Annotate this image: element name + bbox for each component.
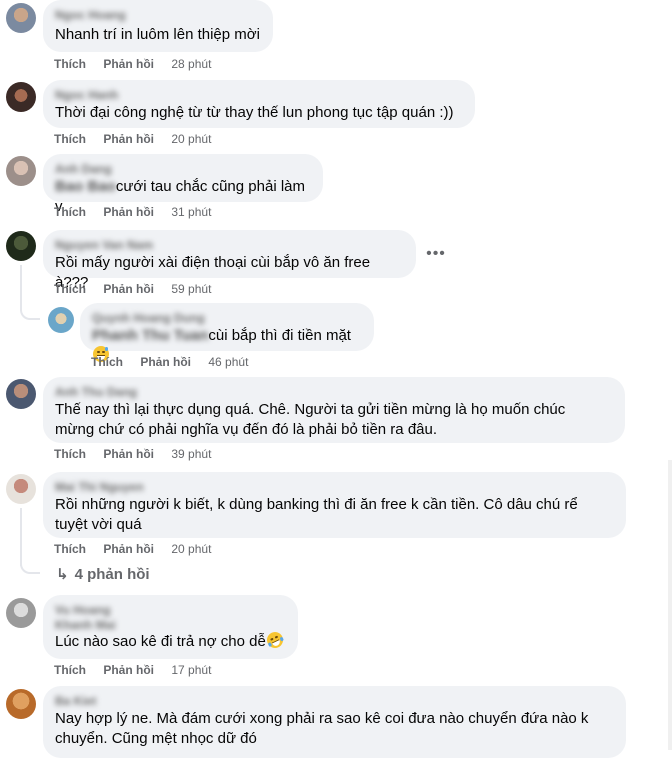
view-replies-link[interactable]: ↳ 4 phản hồi: [56, 565, 150, 583]
like-button[interactable]: Thích: [91, 354, 123, 370]
comment-actions: Thích Phản hồi 31 phút: [54, 204, 211, 220]
comment-bubble: Mai Thi Nguyen Rồi những người k biết, k…: [43, 472, 626, 538]
comment-actions: Thích Phản hồi 17 phút: [54, 662, 211, 678]
comment-time[interactable]: 20 phút: [171, 131, 211, 147]
comment-actions: Thích Phản hồi 20 phút: [54, 541, 211, 557]
comment-time[interactable]: 46 phút: [208, 354, 248, 370]
like-button[interactable]: Thích: [54, 204, 86, 220]
comment-time[interactable]: 59 phút: [171, 281, 211, 297]
comment-time[interactable]: 20 phút: [171, 541, 211, 557]
commenter-name[interactable]: Quynh Hoang Dung: [92, 311, 362, 325]
comment-bubble: Ba Kiet Nay hợp lý ne. Mà đám cưới xong …: [43, 686, 626, 758]
commenter-name[interactable]: Anh Dang: [55, 162, 311, 176]
more-options-icon[interactable]: •••: [424, 246, 448, 268]
comment-bubble: Anh Dang Bao Baocưới tau chắc cũng phải …: [43, 154, 323, 215]
comment-actions: Thích Phản hồi 46 phút: [91, 354, 248, 370]
comment-time[interactable]: 17 phút: [171, 662, 211, 678]
avatar[interactable]: [6, 689, 36, 719]
commenter-name[interactable]: Ngoc Hanh: [55, 88, 463, 102]
avatar[interactable]: [6, 231, 36, 261]
scrollbar-edge: [668, 460, 672, 750]
comment-actions: Thích Phản hồi 39 phút: [54, 446, 211, 462]
comment-bubble: Ngoc Hanh Thời đại công nghệ từ từ thay …: [43, 80, 475, 128]
reply-button[interactable]: Phản hồi: [103, 446, 154, 462]
commenter-name[interactable]: Anh Thu Dang: [55, 385, 613, 399]
comment-text-line: chuyển. Cũng mệt nhọc dữ đó: [55, 730, 257, 747]
comment-text-line: Nay hợp lý ne. Mà đám cưới xong phải ra …: [55, 710, 589, 727]
comment-bubble: Nguyen Van Nam Rồi mấy người xài điện th…: [43, 230, 416, 291]
commenter-name[interactable]: Nguyen Van Nam: [55, 238, 404, 252]
scrollbar-track[interactable]: [668, 0, 672, 460]
commenter-subname[interactable]: Khanh Mai: [55, 618, 286, 632]
reply-button[interactable]: Phản hồi: [103, 131, 154, 147]
comment-bubble: Ngoc Hoang Nhanh trí in luôm lên thiệp m…: [43, 0, 273, 52]
avatar[interactable]: [48, 307, 74, 333]
commenter-name[interactable]: Vu Hoang: [55, 603, 286, 617]
comment-text-line: Rồi những người k biết, k dùng banking t…: [55, 496, 578, 513]
reply-bubble: Quynh Hoang Dung Phanh Thu Tuancùi bắp t…: [80, 303, 374, 362]
comment-text-line: tuyệt vời quá: [55, 516, 142, 533]
avatar[interactable]: [6, 379, 36, 409]
comment-time[interactable]: 31 phút: [171, 204, 211, 220]
reply-button[interactable]: Phản hồi: [103, 56, 154, 72]
commenter-name[interactable]: Ngoc Hoang: [55, 8, 261, 22]
comment-text: Lúc nào sao kê đi trả nợ cho dễ: [55, 633, 266, 650]
reply-button[interactable]: Phản hồi: [140, 354, 191, 370]
reply-button[interactable]: Phản hồi: [103, 541, 154, 557]
reply-button[interactable]: Phản hồi: [103, 281, 154, 297]
avatar[interactable]: [6, 3, 36, 33]
avatar[interactable]: [6, 598, 36, 628]
comment-time[interactable]: 39 phút: [171, 446, 211, 462]
comment-text-line: Thế nay thì lại thực dụng quá. Chê. Ngườ…: [55, 401, 566, 418]
comment-actions: Thích Phản hồi 20 phút: [54, 131, 211, 147]
thread-elbow: [20, 556, 40, 574]
comment-bubble: Vu Hoang Khanh Mai Lúc nào sao kê đi trả…: [43, 595, 298, 659]
comment-text: cùi bắp thì đi tiền mặt: [208, 327, 351, 344]
like-button[interactable]: Thích: [54, 662, 86, 678]
thread-elbow: [20, 302, 40, 320]
mention-tag[interactable]: Phanh Thu Tuan: [92, 327, 208, 344]
like-button[interactable]: Thích: [54, 281, 86, 297]
like-button[interactable]: Thích: [54, 446, 86, 462]
view-replies-label: 4 phản hồi: [74, 566, 150, 583]
avatar[interactable]: [6, 156, 36, 186]
reply-button[interactable]: Phản hồi: [103, 662, 154, 678]
commenter-name[interactable]: Mai Thi Nguyen: [55, 480, 614, 494]
rofl-emoji: [264, 629, 286, 651]
commenter-name[interactable]: Ba Kiet: [55, 694, 614, 708]
comment-actions: Thích Phản hồi 59 phút: [54, 281, 211, 297]
comment-text: Nhanh trí in luôm lên thiệp mời: [55, 26, 260, 43]
comment-text: Thời đại công nghệ từ từ thay thế lun ph…: [55, 104, 454, 121]
comment-bubble: Anh Thu Dang Thế nay thì lại thực dụng q…: [43, 377, 625, 443]
avatar[interactable]: [6, 474, 36, 504]
comment-actions: Thích Phản hồi 28 phút: [54, 56, 211, 72]
avatar[interactable]: [6, 82, 36, 112]
mention-tag[interactable]: Bao Bao: [55, 178, 116, 195]
reply-button[interactable]: Phản hồi: [103, 204, 154, 220]
reply-arrow-icon: ↳: [56, 566, 69, 583]
like-button[interactable]: Thích: [54, 541, 86, 557]
like-button[interactable]: Thích: [54, 131, 86, 147]
like-button[interactable]: Thích: [54, 56, 86, 72]
comment-text-line: mừng chứ có phải nghĩa vụ đến đó là phải…: [55, 421, 438, 438]
comment-time[interactable]: 28 phút: [171, 56, 211, 72]
